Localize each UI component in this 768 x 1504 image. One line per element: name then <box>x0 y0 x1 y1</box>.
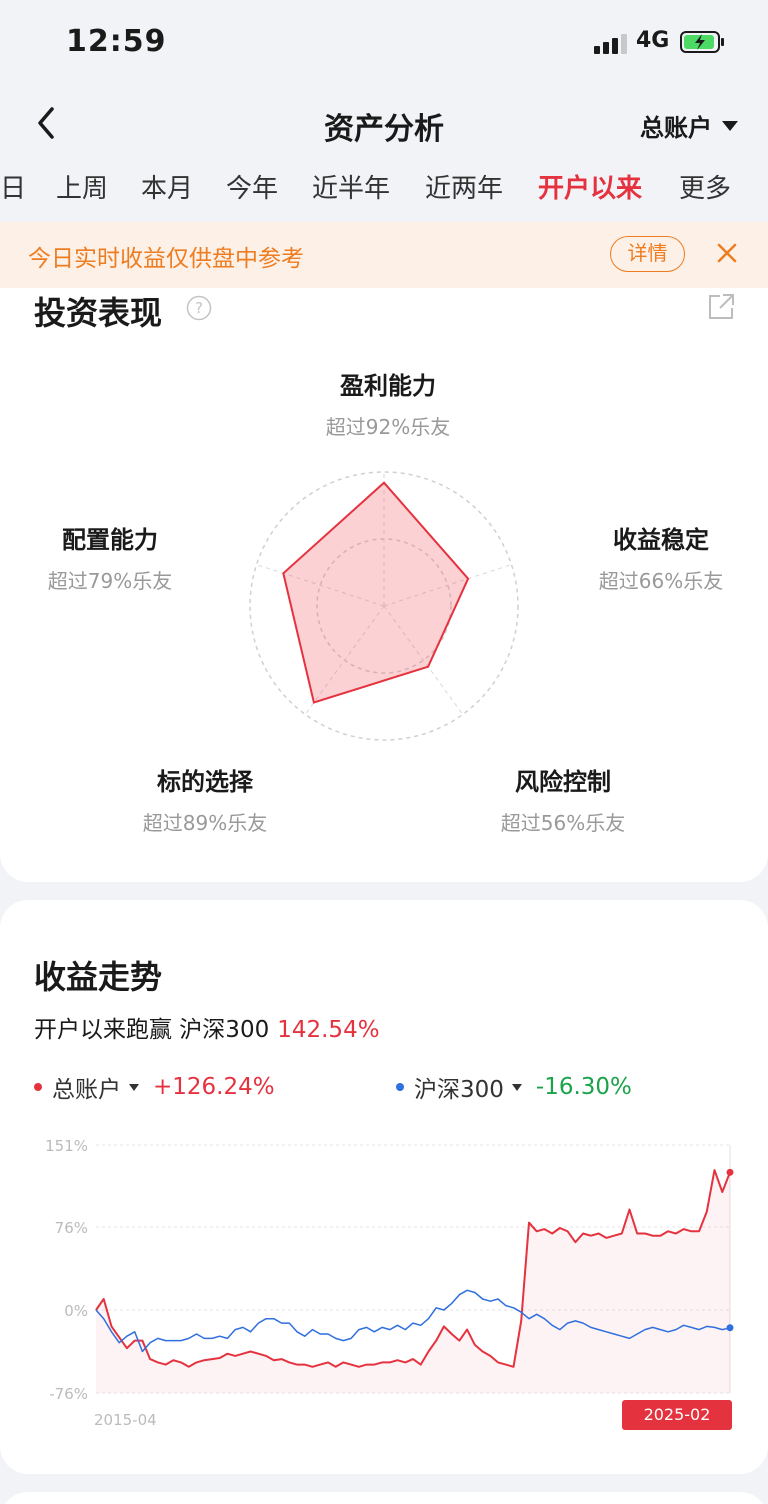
y-tick-label: 76% <box>55 1219 88 1237</box>
trend-card: 收益走势 开户以来跑赢 沪深300 142.54% 总账户 +126.24% 沪深… <box>0 900 768 1474</box>
metric-desc: 超过92%乐友 <box>325 415 451 439</box>
metric-name: 风险控制 <box>515 768 611 796</box>
tab-day[interactable]: 日 <box>0 168 26 205</box>
caret-down-icon <box>511 1083 522 1091</box>
total-account-end-point <box>726 1168 734 1176</box>
legend-dot <box>34 1083 42 1091</box>
status-bar: 12:59 4G <box>0 0 768 88</box>
tab-this-year[interactable]: 今年 <box>226 168 278 205</box>
status-time: 12:59 <box>66 24 167 59</box>
metric-name: 标的选择 <box>157 768 253 796</box>
y-tick-label: -76% <box>49 1385 88 1403</box>
metric-name: 收益稳定 <box>613 526 709 554</box>
date-badge: 2025-02 <box>622 1400 732 1430</box>
tab-since-opening[interactable]: 开户以来 <box>538 168 642 205</box>
metric-stability: 收益稳定 超过66%乐友 <box>541 520 768 594</box>
tab-half-year[interactable]: 近半年 <box>312 168 390 205</box>
next-card <box>0 1492 768 1504</box>
network-label: 4G <box>636 28 670 53</box>
performance-title: 投资表现 <box>34 294 163 332</box>
hs300-end-point <box>726 1324 734 1332</box>
metric-desc: 超过56%乐友 <box>500 811 626 835</box>
x-label-start: 2015-04 <box>94 1411 157 1429</box>
tab-more[interactable]: 更多 <box>679 168 731 205</box>
legend-value: +126.24% <box>153 1074 275 1100</box>
notice-bar: 今日实时收益仅供盘中参考 详情 <box>0 222 768 288</box>
beat-line: 开户以来跑赢 沪深300 142.54% <box>34 1010 380 1044</box>
radar-score-area <box>282 481 470 704</box>
tab-two-years[interactable]: 近两年 <box>425 168 503 205</box>
legend-value: -16.30% <box>535 1074 632 1100</box>
y-tick-label: 0% <box>64 1302 88 1320</box>
beat-value: 142.54% <box>277 1017 380 1043</box>
svg-text:?: ? <box>195 299 203 317</box>
legend-hs300[interactable]: 沪深300 -16.30% <box>396 1070 632 1104</box>
metric-allocation: 配置能力 超过79%乐友 <box>0 520 230 594</box>
legend-name: 沪深300 <box>414 1077 504 1103</box>
metric-risk-control: 风险控制 超过56%乐友 <box>443 762 683 836</box>
metric-desc: 超过66%乐友 <box>598 569 724 593</box>
notice-detail-button[interactable]: 详情 <box>610 236 685 272</box>
share-icon[interactable] <box>706 292 736 322</box>
battery-icon <box>680 31 724 53</box>
signal-icon <box>594 32 628 54</box>
period-tabs: 日 上周 本月 今年 近半年 近两年 开户以来 更多 <box>0 158 768 220</box>
metric-desc: 超过79%乐友 <box>47 569 173 593</box>
y-tick-label: 151% <box>45 1137 88 1155</box>
notice-text: 今日实时收益仅供盘中参考 <box>28 246 304 272</box>
account-selector[interactable]: 总账户 <box>640 108 738 143</box>
caret-down-icon <box>722 120 738 131</box>
legend-dot <box>396 1083 404 1091</box>
caret-down-icon <box>129 1083 139 1091</box>
metric-name: 盈利能力 <box>340 372 436 400</box>
account-label: 总账户 <box>640 114 712 142</box>
metric-name: 配置能力 <box>62 526 158 554</box>
legend-name: 总账户 <box>52 1077 121 1103</box>
tab-last-week[interactable]: 上周 <box>56 168 108 205</box>
close-icon[interactable] <box>716 242 738 264</box>
metric-desc: 超过89%乐友 <box>142 811 268 835</box>
help-icon[interactable]: ? <box>186 295 212 321</box>
metric-profitability: 盈利能力 超过92%乐友 <box>268 366 508 440</box>
radar-chart <box>249 471 519 741</box>
legend-total-account[interactable]: 总账户 +126.24% <box>34 1070 275 1104</box>
trend-title: 收益走势 <box>34 958 163 996</box>
beat-text: 开户以来跑赢 沪深300 <box>34 1017 270 1043</box>
trend-line-chart[interactable]: 151% 76% 0% -76% <box>0 1130 768 1440</box>
metric-asset-selection: 标的选择 超过89%乐友 <box>85 762 325 836</box>
tab-this-month[interactable]: 本月 <box>141 168 193 205</box>
nav-bar: 资产分析 总账户 <box>0 88 768 158</box>
